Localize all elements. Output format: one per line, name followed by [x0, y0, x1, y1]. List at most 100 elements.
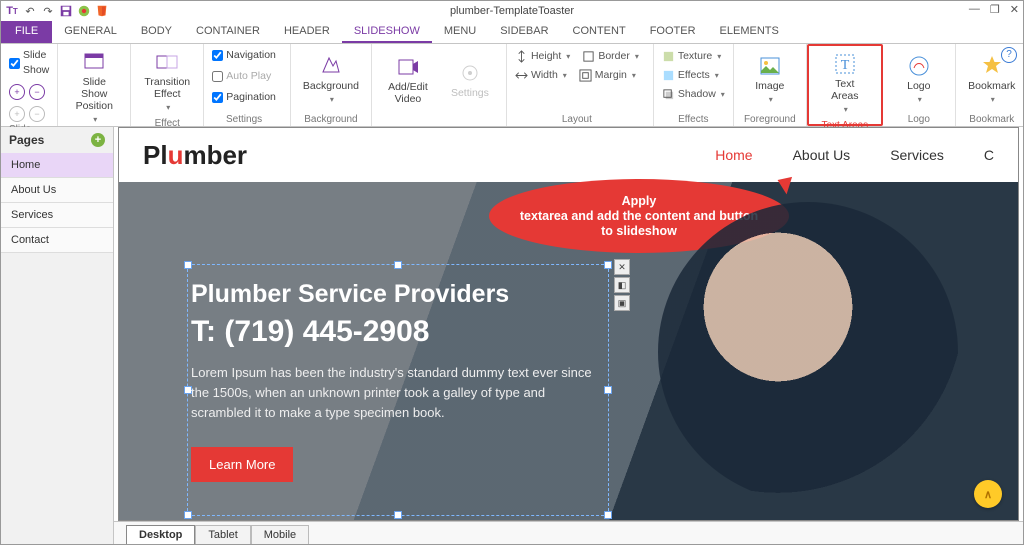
view-mobile[interactable]: Mobile: [251, 525, 309, 544]
add-page-button[interactable]: +: [91, 133, 105, 147]
selection-close-icon[interactable]: ✕: [614, 259, 630, 275]
minimize-button[interactable]: —: [969, 3, 980, 16]
help-button[interactable]: ?: [1001, 47, 1017, 63]
handle-t[interactable]: [394, 261, 402, 269]
slideshow-position-label: Slide Show Position: [70, 76, 118, 112]
group-logo: Logo Logo: [883, 44, 956, 126]
page-item-services[interactable]: Services: [1, 203, 113, 228]
page-item-about[interactable]: About Us: [1, 178, 113, 203]
border-label: Border: [598, 48, 630, 65]
margin-button[interactable]: Margin: [579, 67, 636, 84]
tab-slideshow[interactable]: SLIDESHOW: [342, 21, 432, 43]
height-button[interactable]: Height: [515, 48, 570, 65]
view-desktop[interactable]: Desktop: [126, 525, 195, 544]
group-effects: Texture Effects Shadow Effects: [654, 44, 734, 126]
tab-content[interactable]: CONTENT: [561, 21, 638, 43]
logo-button[interactable]: Logo: [891, 52, 947, 108]
background-button[interactable]: Background: [299, 52, 363, 108]
page-item-contact[interactable]: Contact: [1, 228, 113, 253]
effects-label: Effects: [678, 67, 710, 84]
annotation-text: Apply textarea and add the content and b…: [513, 194, 765, 239]
checkbox-slideshow-label: Slide Show: [23, 48, 49, 78]
page-item-home[interactable]: Home: [1, 153, 113, 178]
site-header: Plumber Home About Us Services C: [119, 128, 1018, 182]
texture-button[interactable]: Texture: [662, 48, 721, 65]
group-label-background: Background: [304, 112, 357, 125]
group-label-video: [438, 112, 441, 125]
scroll-top-button[interactable]: ∧: [974, 480, 1002, 508]
add-edit-video-button[interactable]: Add/Edit Video: [380, 53, 436, 107]
text-areas-button[interactable]: T Text Areas: [817, 50, 873, 118]
maximize-button[interactable]: ❐: [990, 3, 1000, 16]
remove-icon[interactable]: −: [29, 84, 45, 100]
nav-about[interactable]: About Us: [793, 147, 851, 163]
image-label: Image: [755, 80, 784, 92]
chevron-up-icon: ∧: [984, 488, 992, 501]
handle-bl[interactable]: [184, 511, 192, 519]
tab-footer[interactable]: FOOTER: [638, 21, 708, 43]
handle-b[interactable]: [394, 511, 402, 519]
checkbox-autoplay[interactable]: Auto Play: [212, 69, 271, 84]
logo-label: Logo: [907, 80, 930, 92]
group-label-layout: Layout: [562, 112, 592, 125]
tab-container[interactable]: CONTAINER: [184, 21, 272, 43]
effects-button[interactable]: Effects: [662, 67, 719, 84]
checkbox-autoplay-label: Auto Play: [226, 69, 271, 84]
border-button[interactable]: Border: [582, 48, 639, 65]
slide-paragraph: Lorem Ipsum has been the industry's stan…: [191, 363, 601, 423]
video-settings-button[interactable]: Settings: [442, 59, 498, 101]
learn-more-button[interactable]: Learn More: [191, 447, 293, 482]
viewport-tabs: Desktop Tablet Mobile: [114, 521, 1023, 544]
nav-more[interactable]: C: [984, 147, 994, 163]
selection-layer-icon[interactable]: ◧: [614, 277, 630, 293]
tab-menu[interactable]: MENU: [432, 21, 488, 43]
ribbon-tabs: FILE GENERAL BODY CONTAINER HEADER SLIDE…: [1, 21, 1023, 44]
texture-label: Texture: [678, 48, 712, 65]
handle-tr[interactable]: [604, 261, 612, 269]
handle-tl[interactable]: [184, 261, 192, 269]
site-logo: Plumber: [143, 140, 247, 171]
tab-body[interactable]: BODY: [129, 21, 184, 43]
slide-textarea[interactable]: Plumber Service Providers T: (719) 445-2…: [191, 280, 601, 482]
annotation-callout: Apply textarea and add the content and b…: [489, 179, 789, 253]
checkbox-navigation[interactable]: Navigation: [212, 48, 276, 63]
image-button[interactable]: Image: [742, 52, 798, 108]
checkbox-pagination-label: Pagination: [226, 90, 276, 105]
shadow-button[interactable]: Shadow: [662, 86, 725, 103]
logo-mid: u: [168, 140, 184, 170]
close-button[interactable]: ✕: [1010, 3, 1019, 16]
checkbox-slideshow[interactable]: Slide Show: [9, 48, 49, 78]
handle-r[interactable]: [604, 386, 612, 394]
remove-icon-2[interactable]: −: [29, 106, 45, 122]
group-video: Add/Edit Video Settings: [372, 44, 507, 126]
window-title: plumber-TemplateToaster: [1, 5, 1023, 17]
group-foreground: Image Foreground: [734, 44, 807, 126]
add-icon-2[interactable]: +: [9, 106, 25, 122]
group-position: Slide Show Position Position: [58, 44, 131, 126]
group-label-bookmark: Bookmark: [969, 112, 1014, 125]
tab-elements[interactable]: ELEMENTS: [708, 21, 791, 43]
tab-general[interactable]: GENERAL: [52, 21, 129, 43]
tab-header[interactable]: HEADER: [272, 21, 342, 43]
width-button[interactable]: Width: [515, 67, 567, 84]
nav-services[interactable]: Services: [890, 147, 944, 163]
transition-effect-button[interactable]: Transition Effect: [139, 48, 195, 116]
checkbox-pagination[interactable]: Pagination: [212, 90, 276, 105]
view-tablet[interactable]: Tablet: [195, 525, 250, 544]
slide-heading-1: T: (719) 445-2908: [191, 315, 601, 349]
tab-file[interactable]: FILE: [1, 21, 52, 43]
slide-heading-2: Plumber Service Providers: [191, 280, 601, 309]
selection-center-icon[interactable]: ▣: [614, 295, 630, 311]
group-label-logo: Logo: [908, 112, 930, 125]
handle-br[interactable]: [604, 511, 612, 519]
nav-home[interactable]: Home: [715, 147, 752, 163]
group-label-settings: Settings: [226, 112, 262, 125]
margin-label: Margin: [595, 67, 627, 84]
group-slideshow: Slide Show + − + − Slide Show: [1, 44, 58, 126]
design-canvas[interactable]: Plumber Home About Us Services C Apply t…: [118, 127, 1019, 521]
add-edit-video-label: Add/Edit Video: [388, 81, 428, 105]
add-icon[interactable]: +: [9, 84, 25, 100]
slideshow-position-button[interactable]: Slide Show Position: [66, 48, 122, 128]
tab-sidebar[interactable]: SIDEBAR: [488, 21, 560, 43]
hero-slideshow[interactable]: Apply textarea and add the content and b…: [119, 182, 1018, 520]
